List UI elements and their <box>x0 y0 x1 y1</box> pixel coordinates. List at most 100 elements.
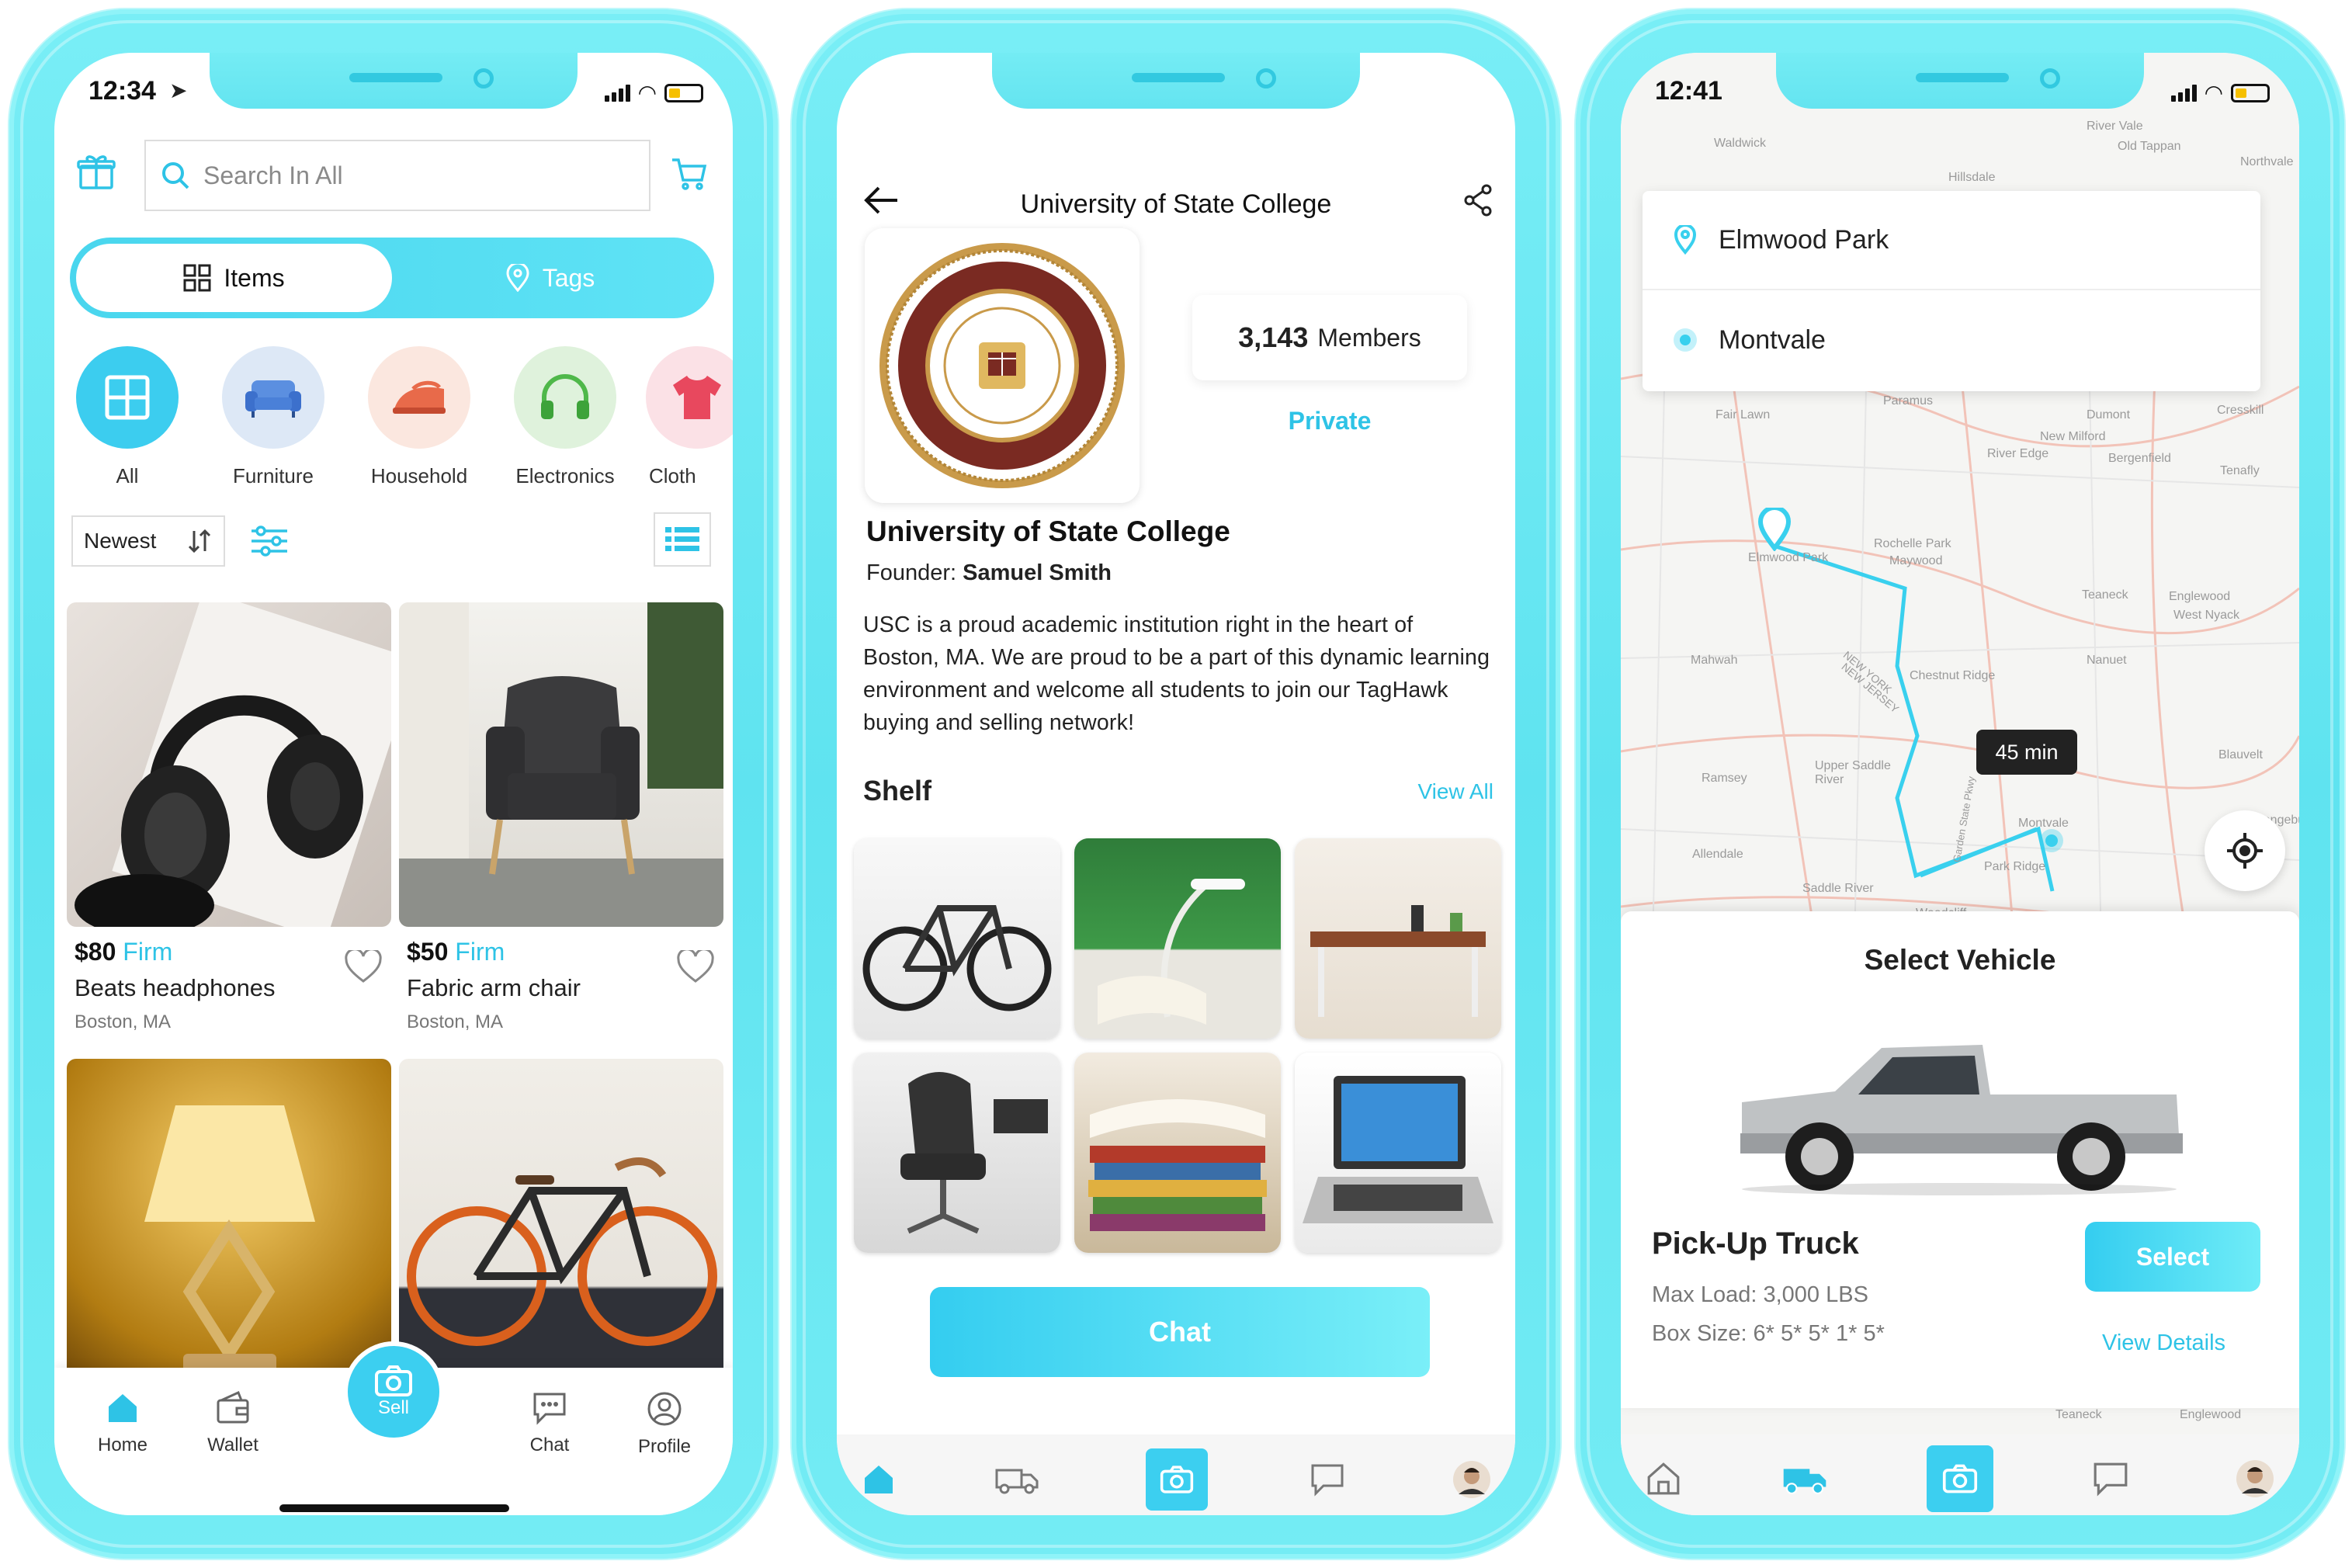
category-label: All <box>116 464 139 487</box>
bottom-tab-bar <box>1621 1434 2299 1515</box>
category-electronics[interactable]: Electronics <box>492 346 638 494</box>
category-all[interactable]: All <box>54 346 200 494</box>
tab-label: Profile <box>637 1436 692 1457</box>
pickup-truck-image <box>1740 1045 2183 1195</box>
product-price: $50 <box>407 938 449 966</box>
segment-items[interactable]: Items <box>76 244 392 312</box>
bottom-tab-bar <box>837 1434 1515 1515</box>
camera-icon[interactable] <box>1146 1448 1208 1511</box>
shelf-item-books[interactable] <box>1074 1053 1281 1253</box>
map-label: Park Ridge <box>1984 860 2046 873</box>
select-vehicle-button[interactable]: Select <box>2085 1222 2260 1292</box>
view-all-link[interactable]: View All <box>1417 779 1493 804</box>
segment-tags[interactable]: Tags <box>392 244 708 312</box>
product-card[interactable] <box>399 1059 723 1383</box>
sort-arrows-icon <box>188 529 211 553</box>
map-label: Old Tappan <box>2118 140 2181 153</box>
search-icon <box>162 162 189 189</box>
camera-icon <box>375 1365 412 1396</box>
shelf-item-office-chair[interactable] <box>854 1053 1060 1253</box>
wallet-icon <box>217 1391 249 1424</box>
product-location: Boston, MA <box>75 1011 172 1032</box>
profile-icon <box>647 1392 682 1426</box>
map-label: Englewood <box>2180 1408 2242 1421</box>
share-icon[interactable] <box>1461 183 1495 217</box>
destination-field[interactable]: Montvale <box>1643 290 2260 390</box>
category-carousel: All Furniture Household Electronics Clot… <box>54 346 733 494</box>
product-location: Boston, MA <box>407 1011 504 1032</box>
my-location-button[interactable] <box>2205 810 2285 891</box>
tab-label: Home <box>97 1434 148 1455</box>
category-cloth[interactable]: Cloth <box>638 346 733 494</box>
product-image-bicycle <box>399 1059 723 1383</box>
product-card[interactable]: $50 Firm Fabric arm chair Boston, MA <box>399 602 723 1033</box>
map-label: Allendale <box>1692 848 1743 861</box>
sort-dropdown[interactable]: Newest <box>71 515 225 567</box>
truck-icon[interactable] <box>986 1448 1048 1511</box>
map-label: Elmwood Park <box>1748 551 1829 564</box>
avatar[interactable] <box>1441 1448 1503 1511</box>
university-seal-logo <box>879 243 1125 488</box>
map-label: New Milford <box>2040 430 2106 443</box>
list-view-toggle[interactable] <box>654 512 711 567</box>
sell-button[interactable]: Sell <box>343 1341 444 1442</box>
map-label: Montvale <box>2018 817 2069 830</box>
heart-icon[interactable] <box>345 950 382 984</box>
category-household[interactable]: Household <box>346 346 492 494</box>
shelf-title: Shelf <box>863 775 932 807</box>
price-tag: Firm <box>455 938 505 966</box>
product-card[interactable]: $80 Firm Beats headphones Boston, MA <box>67 602 391 1033</box>
product-image-lamp <box>67 1059 391 1383</box>
home-icon <box>109 1394 137 1422</box>
avatar[interactable] <box>2222 1445 2288 1512</box>
founder-name: Samuel Smith <box>963 560 1112 585</box>
view-details-link[interactable]: View Details <box>2102 1330 2225 1356</box>
origin-field[interactable]: Elmwood Park <box>1643 191 2260 290</box>
shelf-item-desk-lamp[interactable] <box>1074 838 1281 1039</box>
gift-icon[interactable] <box>76 152 116 193</box>
product-card[interactable] <box>67 1059 391 1383</box>
sort-label: Newest <box>84 529 157 553</box>
filter-sliders-icon[interactable] <box>250 525 289 561</box>
chat-bubble-icon[interactable] <box>1296 1448 1358 1511</box>
location-arrow-icon: ➤ <box>169 78 188 102</box>
shelf-item-wooden-desk[interactable] <box>1295 838 1501 1039</box>
chat-bubble-icon[interactable] <box>2077 1445 2144 1512</box>
crosshair-icon <box>2227 833 2263 869</box>
items-tags-toggle: Items Tags <box>70 238 714 318</box>
shelf-item-bicycle[interactable] <box>854 838 1060 1039</box>
tab-home[interactable]: Home <box>68 1391 177 1456</box>
cart-icon[interactable] <box>669 154 709 194</box>
chat-button[interactable]: Chat <box>930 1287 1430 1377</box>
category-label: Furniture <box>232 464 314 487</box>
status-time: 12:41 <box>1655 76 1722 106</box>
heart-icon[interactable] <box>677 950 714 984</box>
founder-line: Founder: Samuel Smith <box>866 560 1112 586</box>
cellular-signal-icon <box>2170 85 2197 102</box>
tab-chat[interactable]: Chat <box>495 1391 604 1456</box>
wifi-icon: ◠ <box>2204 81 2223 105</box>
map-label: Hillsdale <box>1948 171 1996 184</box>
home-icon[interactable] <box>848 1448 910 1511</box>
destination-dot-icon <box>1674 328 1697 352</box>
map-label: Teaneck <box>2055 1408 2102 1421</box>
shelf-item-laptop[interactable] <box>1295 1053 1501 1253</box>
battery-icon <box>664 84 703 102</box>
map-label: Englewood <box>2169 590 2231 603</box>
wifi-icon: ◠ <box>637 81 657 105</box>
map-label: Rochelle Park <box>1874 537 1951 550</box>
map-label: Ramsey <box>1702 772 1747 785</box>
truck-icon[interactable] <box>1771 1445 1838 1512</box>
grid-icon <box>76 346 179 449</box>
university-seal-card <box>865 228 1140 503</box>
segment-tags-label: Tags <box>542 263 595 292</box>
category-furniture[interactable]: Furniture <box>200 346 346 494</box>
destination-text: Montvale <box>1719 324 1826 355</box>
tab-profile[interactable]: Profile <box>610 1391 719 1458</box>
home-icon[interactable] <box>1630 1445 1697 1512</box>
search-bar[interactable]: Search In All <box>144 140 650 211</box>
phone-frame-delivery: Waldwick River Vale Old Tappan Northvale… <box>1576 9 2344 1559</box>
tab-wallet[interactable]: Wallet <box>179 1391 287 1456</box>
cellular-signal-icon <box>604 85 630 102</box>
camera-icon[interactable] <box>1927 1445 1993 1512</box>
